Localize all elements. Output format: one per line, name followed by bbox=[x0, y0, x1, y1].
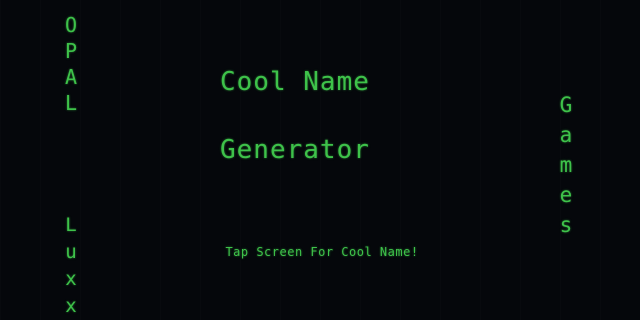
games-letter: s bbox=[559, 213, 573, 237]
luxx-letter: x bbox=[65, 295, 77, 317]
luxx-letter: L bbox=[65, 214, 77, 236]
games-letter: m bbox=[559, 153, 573, 177]
app-title: Cool Name Generator bbox=[220, 31, 450, 201]
opal-letter: A bbox=[64, 65, 78, 89]
opal-letter: L bbox=[64, 91, 78, 115]
tap-prompt[interactable]: Tap Screen For Cool Name! bbox=[222, 245, 422, 260]
games-vertical-label: G a m e s bbox=[553, 90, 579, 240]
luxx-vertical-label: L u x x bbox=[58, 212, 84, 320]
game-screen[interactable]: O P A L L u x x G a m e s Cool Name Gene… bbox=[0, 0, 640, 320]
games-letter: a bbox=[559, 123, 573, 147]
opal-letter: O bbox=[64, 13, 78, 37]
title-line-1: Cool Name bbox=[220, 67, 370, 97]
games-letter: G bbox=[559, 93, 573, 117]
title-line-2: Generator bbox=[220, 135, 370, 165]
luxx-letter: u bbox=[65, 241, 77, 263]
opal-letter: P bbox=[64, 39, 78, 63]
opal-vertical-label: O P A L bbox=[58, 12, 84, 116]
luxx-letter: x bbox=[65, 268, 77, 290]
games-letter: e bbox=[559, 183, 573, 207]
